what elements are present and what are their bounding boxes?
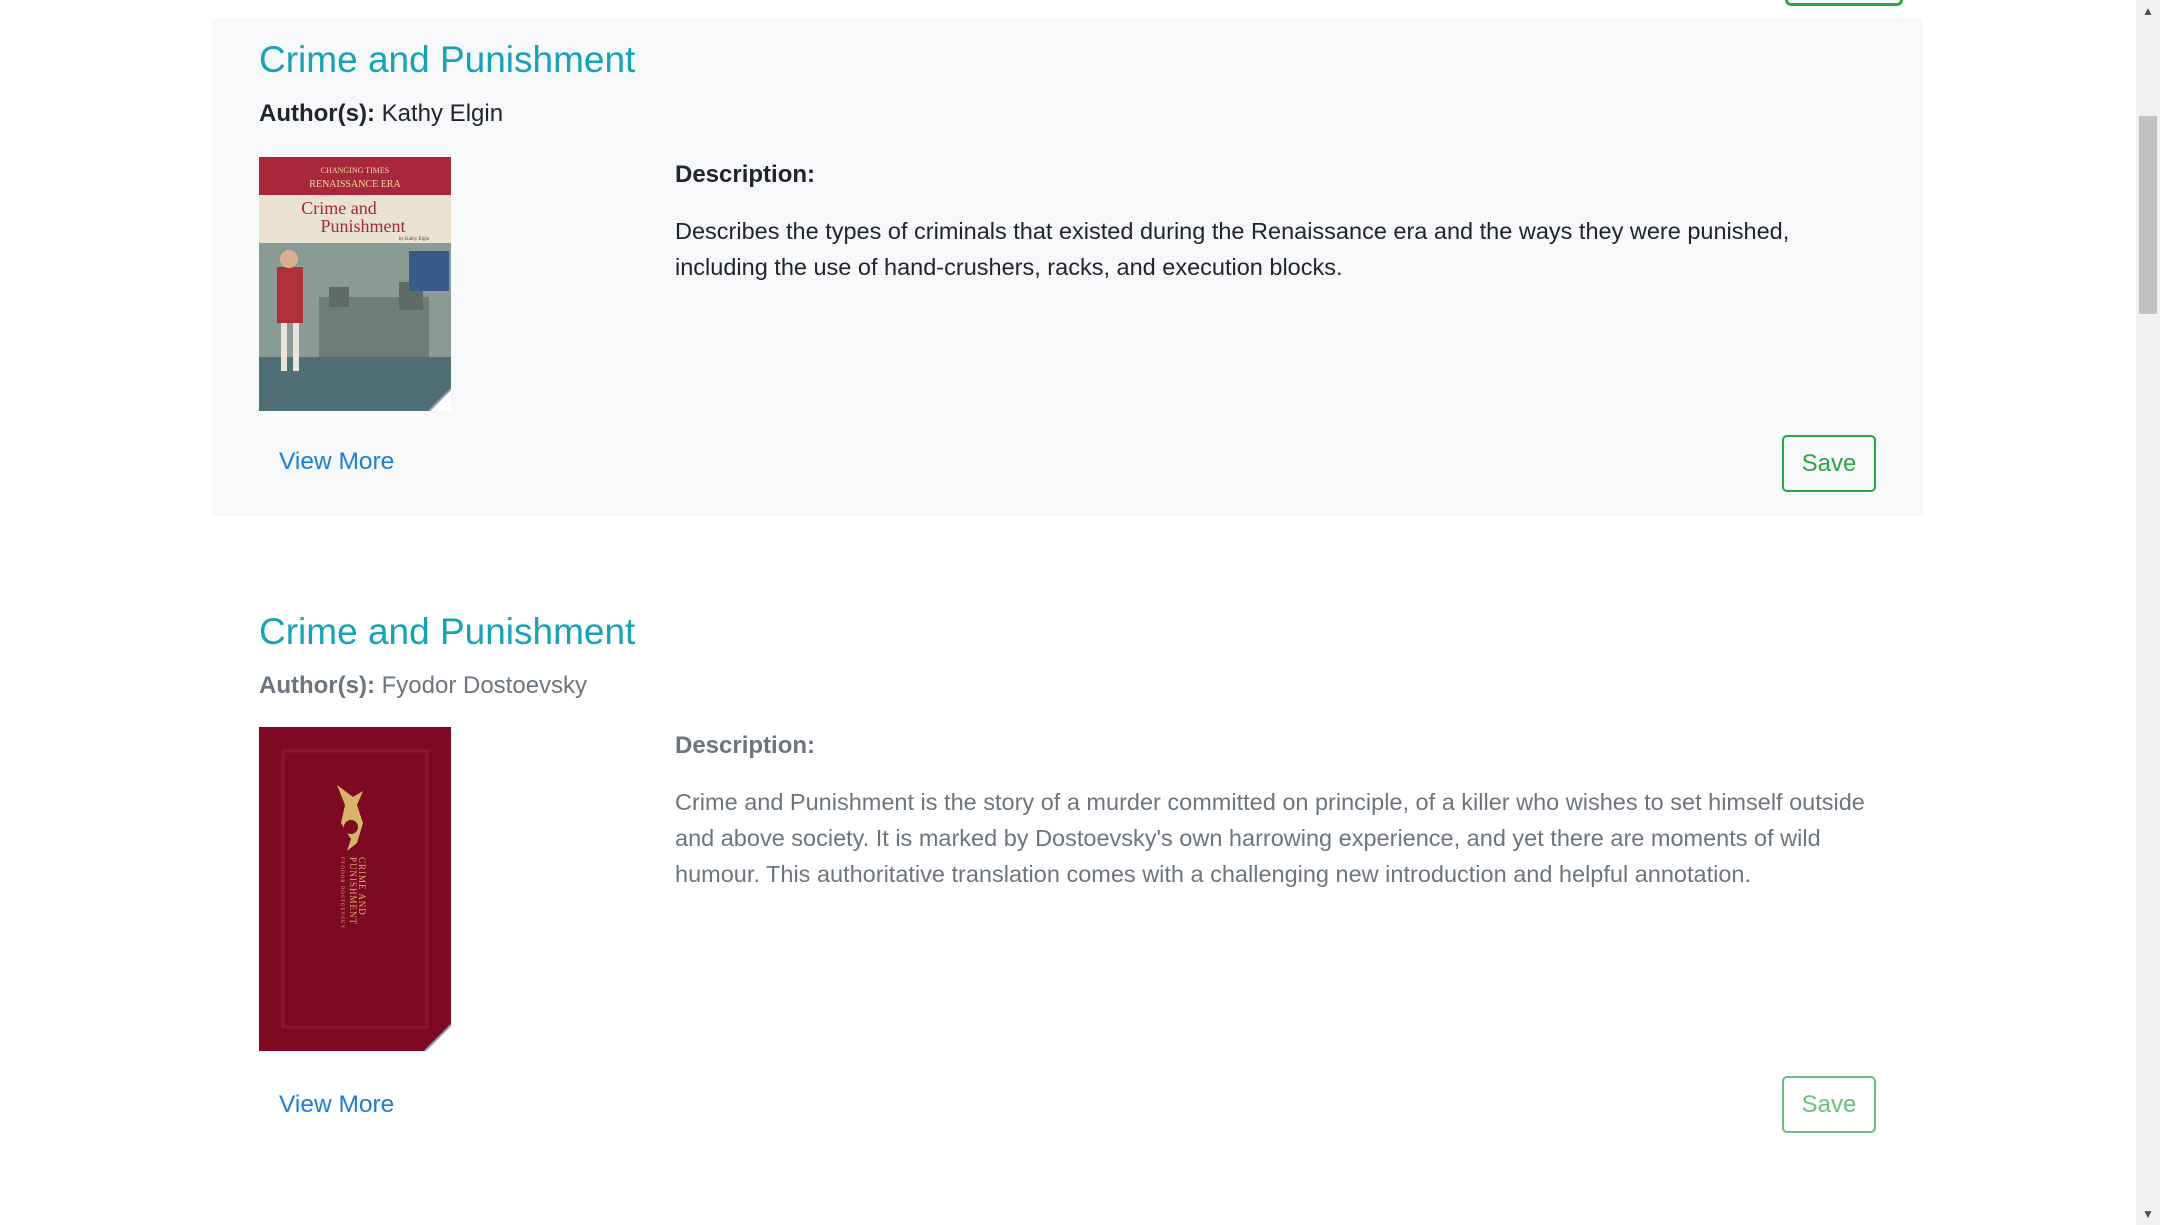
description-label: Description:	[675, 732, 816, 759]
view-more-link[interactable]: View More	[279, 448, 394, 476]
cover-series-line1: CHANGING TIMES	[321, 166, 390, 175]
description-section: Description: Crime and Punishment is the…	[675, 732, 1875, 892]
cover-byline: by Kathy Elgin	[399, 237, 430, 242]
description-section: Description: Describes the types of crim…	[675, 161, 1875, 285]
authors-value: Fyodor Dostoevsky	[381, 672, 588, 699]
authors-label: Author(s):	[259, 672, 375, 699]
vertical-scrollbar[interactable]: ▲ ▼	[2136, 0, 2160, 1225]
book-title[interactable]: Crime and Punishment	[259, 39, 635, 81]
scroll-down-arrow-icon[interactable]: ▼	[2136, 1203, 2160, 1225]
book-cover-image: CHANGING TIMES RENAISSANCE ERA Crime and…	[259, 157, 451, 411]
scrollbar-thumb[interactable]	[2139, 116, 2157, 314]
save-button[interactable]: Save	[1782, 1076, 1876, 1133]
cover-byline: FYODOR DOSTOEVSKY	[339, 857, 344, 929]
description-label: Description:	[675, 161, 816, 188]
save-button[interactable]: Save	[1782, 435, 1876, 492]
cover-title-line1: Crime and	[301, 198, 376, 218]
book-cover-image: CRIME AND PUNISHMENT FYODOR DOSTOEVSKY	[259, 727, 451, 1051]
book-authors: Author(s): Fyodor Dostoevsky	[259, 672, 587, 700]
book-card: Crime and Punishment Author(s): Fyodor D…	[212, 564, 1923, 1164]
cover-title-line2: Punishment	[320, 216, 405, 236]
previous-save-button-edge[interactable]	[1785, 0, 1903, 6]
cover-title-line2: PUNISHMENT	[348, 857, 358, 925]
book-card: Crime and Punishment Author(s): Kathy El…	[212, 18, 1923, 516]
description-text: Describes the types of criminals that ex…	[675, 218, 1790, 280]
results-page: Crime and Punishment Author(s): Kathy El…	[0, 0, 2136, 1225]
scroll-up-arrow-icon[interactable]: ▲	[2136, 0, 2160, 22]
book-authors: Author(s): Kathy Elgin	[259, 100, 503, 128]
book-title[interactable]: Crime and Punishment	[259, 611, 635, 653]
description-text: Crime and Punishment is the story of a m…	[675, 789, 1865, 887]
authors-label: Author(s):	[259, 100, 375, 127]
cover-series-line2: RENAISSANCE ERA	[309, 179, 401, 190]
view-more-link[interactable]: View More	[279, 1091, 394, 1119]
authors-value: Kathy Elgin	[381, 100, 504, 127]
